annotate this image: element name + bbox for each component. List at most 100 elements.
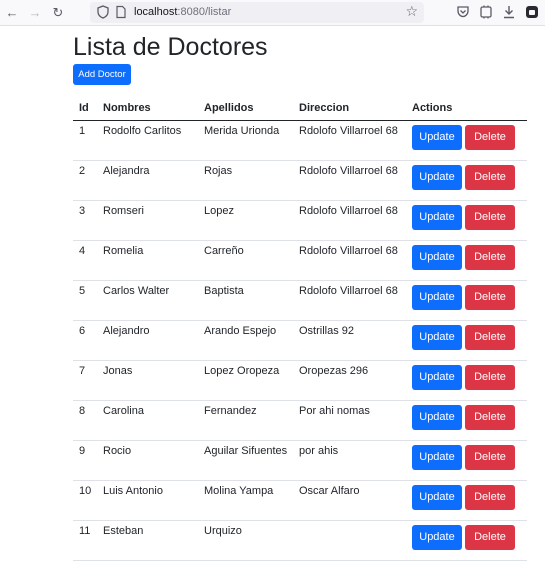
cell-apellidos-container: Carreño <box>198 240 293 281</box>
cell-direccion: por ahis <box>299 445 339 457</box>
cell-actions: Update Delete <box>406 480 527 521</box>
update-button[interactable]: Update <box>412 165 462 190</box>
cell-nombres-container: Luis Antonio <box>97 480 198 521</box>
cell-id-container: 8 <box>73 400 97 441</box>
shield-icon[interactable] <box>96 5 110 19</box>
cell-id-container: 5 <box>73 280 97 321</box>
cell-nombres: Rodolfo Carlitos <box>103 125 182 137</box>
cell-actions: Update Delete <box>406 320 527 361</box>
cell-nombres-container: Esteban <box>97 520 198 561</box>
table-row: 10 Luis Antonio Molina Yampa Oscar Alfaro Up… <box>73 480 527 521</box>
cell-id-container: 10 <box>73 480 97 521</box>
header-apellidos: Apellidos <box>198 96 293 121</box>
bookmark-star-icon[interactable]: ☆ <box>405 3 418 20</box>
cell-direccion-container: por ahis <box>293 440 406 481</box>
cell-apellidos: Lopez <box>204 205 234 217</box>
cell-id-container: 4 <box>73 240 97 281</box>
cell-direccion: Rdolofo Villarroel 68 <box>299 245 398 257</box>
cell-direccion: Rdolofo Villarroel 68 <box>299 165 398 177</box>
cell-id: 6 <box>79 325 86 337</box>
page-icon[interactable] <box>114 5 128 19</box>
table-row: 11 Esteban Urquizo Update Delete <box>73 520 527 561</box>
url-host: localhost <box>134 6 178 18</box>
cell-apellidos: Fernandez <box>204 405 257 417</box>
delete-button[interactable]: Delete <box>465 125 515 150</box>
url-text[interactable]: localhost:8080/listar <box>134 5 231 20</box>
cell-apellidos: Merida Urionda <box>204 125 280 137</box>
cell-direccion-container: Oropezas 296 <box>293 360 406 401</box>
reload-icon[interactable]: ↻ <box>49 4 67 22</box>
cell-direccion-container: Ostrillas 92 <box>293 320 406 361</box>
update-button[interactable]: Update <box>412 125 462 150</box>
cell-nombres: Romseri <box>103 205 144 217</box>
cell-direccion: Por ahi nomas <box>299 405 370 417</box>
cell-apellidos: Aguilar Sifuentes <box>204 445 288 457</box>
delete-button[interactable]: Delete <box>465 245 515 270</box>
update-button[interactable]: Update <box>412 205 462 230</box>
update-button[interactable]: Update <box>412 325 462 350</box>
cell-id-container: 3 <box>73 200 97 241</box>
cell-direccion-container: Rdolofo Villarroel 68 <box>293 200 406 241</box>
header-direccion: Direccion <box>293 96 406 121</box>
table-row: 1 Rodolfo Carlitos Merida Urionda Rdolofo V… <box>73 120 527 161</box>
address-bar[interactable]: localhost:8080/listar ☆ <box>90 2 424 23</box>
table-row: 9 Rocio Aguilar Sifuentes por ahis Update Del… <box>73 440 527 481</box>
cell-nombres: Romelia <box>103 245 144 257</box>
cell-apellidos-container: Urquizo <box>198 520 293 561</box>
pocket-icon[interactable] <box>455 4 471 20</box>
delete-button[interactable]: Delete <box>465 365 515 390</box>
update-button[interactable]: Update <box>412 365 462 390</box>
cell-apellidos: Urquizo <box>204 525 242 537</box>
cell-direccion: Oropezas 296 <box>299 365 369 377</box>
back-arrow-icon[interactable]: ← <box>3 4 21 22</box>
delete-button[interactable]: Delete <box>465 325 515 350</box>
delete-button[interactable]: Delete <box>465 285 515 310</box>
cell-nombres: Carolina <box>103 405 144 417</box>
update-button[interactable]: Update <box>412 445 462 470</box>
delete-button[interactable]: Delete <box>465 485 515 510</box>
page-title: Lista de Doctores <box>73 33 268 61</box>
extension-puzzle-icon[interactable] <box>524 4 540 20</box>
cell-direccion: Ostrillas 92 <box>299 325 355 337</box>
cell-nombres-container: Jonas <box>97 360 198 401</box>
cell-id: 7 <box>79 365 86 377</box>
update-button[interactable]: Update <box>412 285 462 310</box>
update-button[interactable]: Update <box>412 405 462 430</box>
delete-button[interactable]: Delete <box>465 165 515 190</box>
cell-nombres: Carlos Walter <box>103 285 170 297</box>
cell-actions: Update Delete <box>406 400 527 441</box>
cell-nombres: Luis Antonio <box>103 485 163 497</box>
cell-id-container: 6 <box>73 320 97 361</box>
table-header-row: Id Nombres Apellidos Direccion Actions <box>73 96 527 121</box>
update-button[interactable]: Update <box>412 525 462 550</box>
cell-direccion-container: Rdolofo Villarroel 68 <box>293 280 406 321</box>
add-doctor-button[interactable]: Add Doctor <box>73 64 131 85</box>
delete-button[interactable]: Delete <box>465 205 515 230</box>
update-button[interactable]: Update <box>412 245 462 270</box>
cell-direccion-container: Rdolofo Villarroel 68 <box>293 120 406 161</box>
cell-direccion-container: Rdolofo Villarroel 68 <box>293 160 406 201</box>
delete-button[interactable]: Delete <box>465 405 515 430</box>
forward-arrow-icon[interactable]: → <box>26 4 44 22</box>
delete-button[interactable]: Delete <box>465 525 515 550</box>
table-row: 7 Jonas Lopez Oropeza Oropezas 296 Update Del… <box>73 360 527 401</box>
cell-nombres: Alejandra <box>103 165 150 177</box>
table-row: 8 Carolina Fernandez Por ahi nomas Update Del… <box>73 400 527 441</box>
cell-actions: Update Delete <box>406 360 527 401</box>
table-row: 6 Alejandro Arando Espejo Ostrillas 92 Updat… <box>73 320 527 361</box>
cell-apellidos-container: Arando Espejo <box>198 320 293 361</box>
cell-id: 10 <box>79 485 92 497</box>
cell-nombres-container: Romelia <box>97 240 198 281</box>
doctors-table: Id Nombres Apellidos Direccion Actions 1… <box>73 96 527 561</box>
download-icon[interactable] <box>501 4 517 20</box>
cell-id-container: 7 <box>73 360 97 401</box>
cell-nombres-container: Alejandro <box>97 320 198 361</box>
delete-button[interactable]: Delete <box>465 445 515 470</box>
cell-id-container: 1 <box>73 120 97 161</box>
extension-icon[interactable] <box>478 4 494 20</box>
cell-apellidos: Arando Espejo <box>204 325 277 337</box>
update-button[interactable]: Update <box>412 485 462 510</box>
cell-nombres-container: Carolina <box>97 400 198 441</box>
cell-apellidos: Molina Yampa <box>204 485 274 497</box>
table-row: 3 Romseri Lopez Rdolofo Villarroel 68 Update… <box>73 200 527 241</box>
